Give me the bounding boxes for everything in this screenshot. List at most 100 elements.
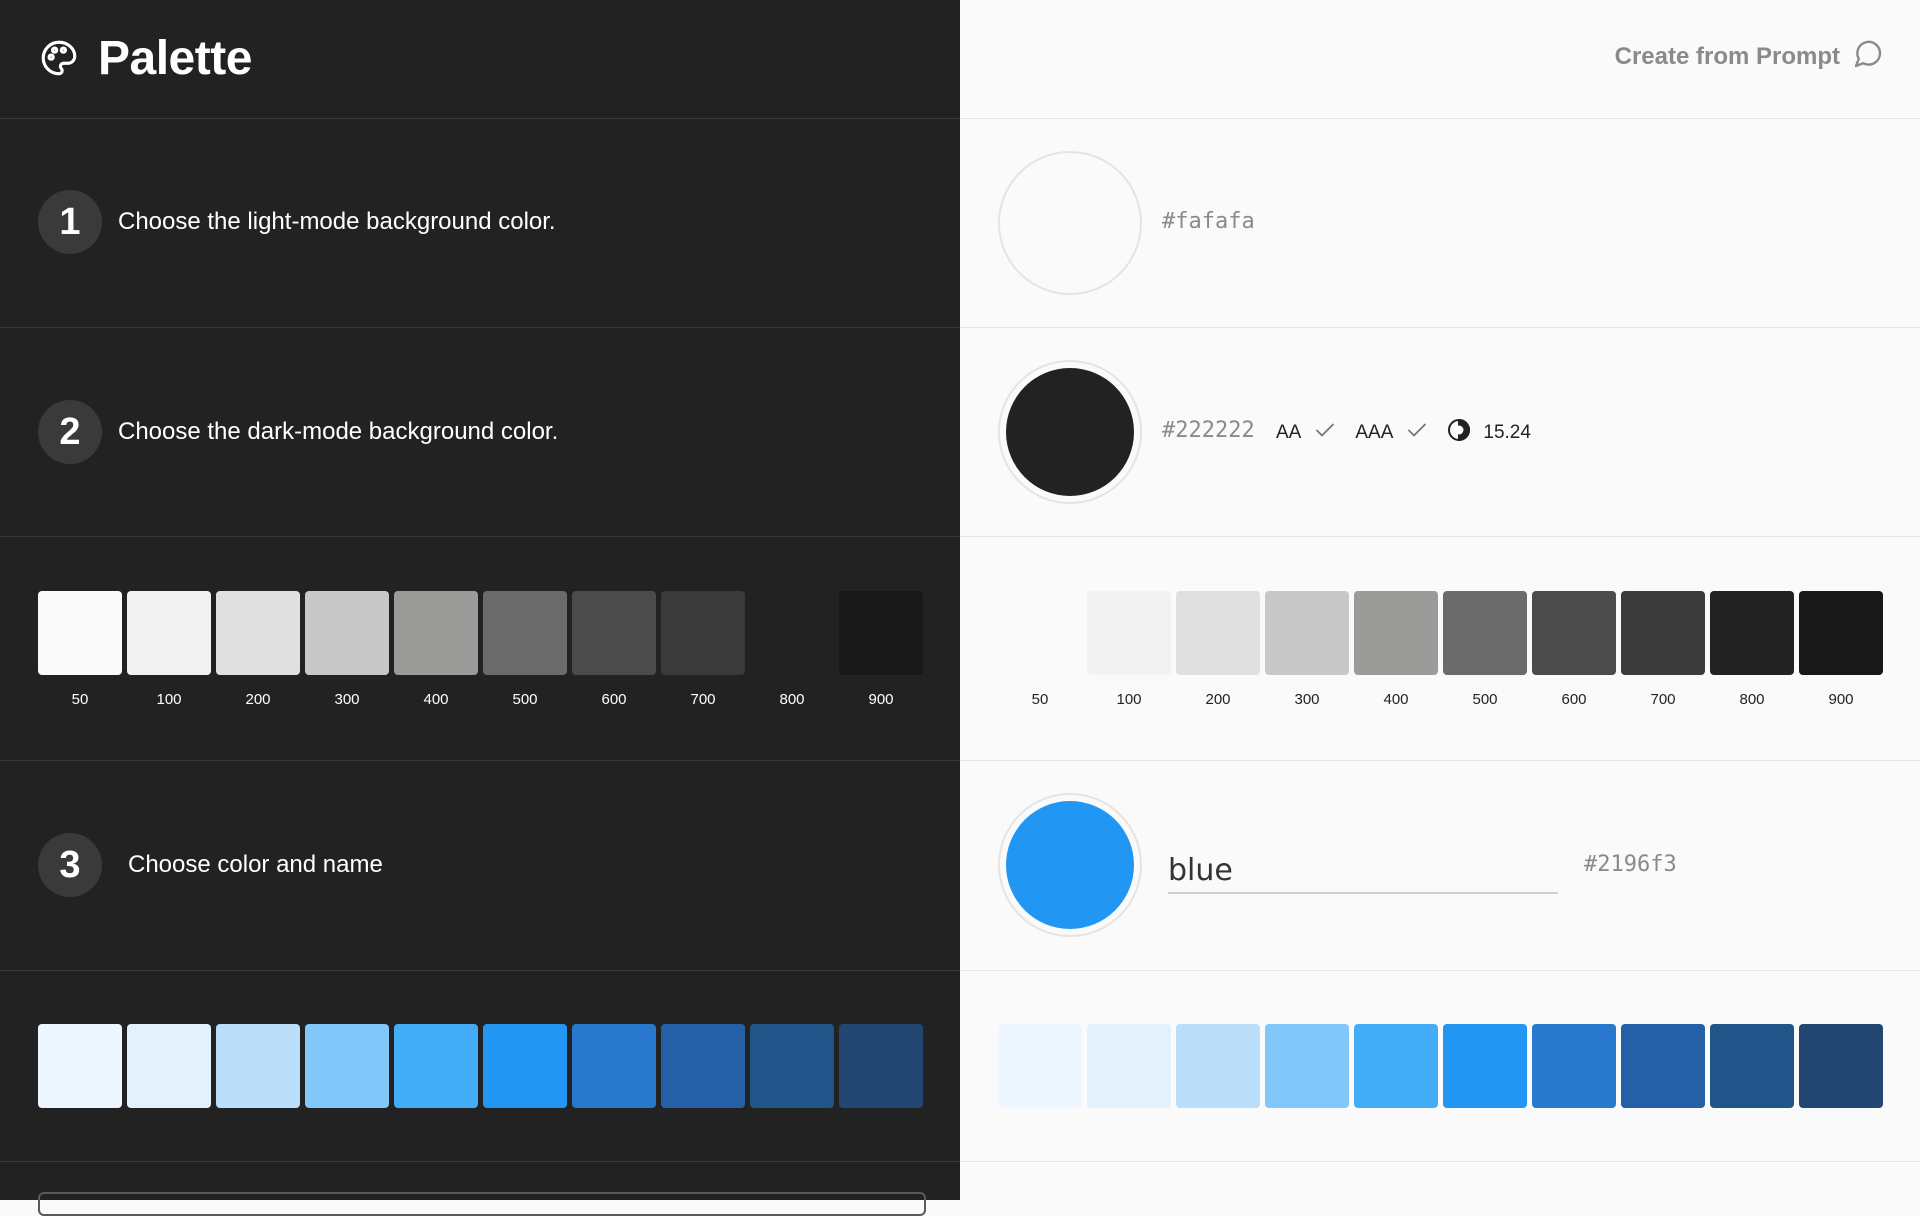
brand: Palette: [38, 28, 252, 88]
swatch-cell[interactable]: 700: [1621, 591, 1705, 708]
swatch-cell[interactable]: [1532, 1024, 1616, 1108]
swatch-cell[interactable]: 500: [483, 591, 567, 708]
color-swatch[interactable]: [572, 1024, 656, 1108]
color-swatch[interactable]: [1532, 1024, 1616, 1108]
color-swatch[interactable]: [1710, 1024, 1794, 1108]
swatch-cell[interactable]: 400: [394, 591, 478, 708]
swatch-cell[interactable]: 300: [1265, 591, 1349, 708]
swatch-cell[interactable]: 700: [661, 591, 745, 708]
swatch-cell[interactable]: 800: [1710, 591, 1794, 708]
color-swatch[interactable]: [394, 591, 478, 675]
color-swatch[interactable]: [1087, 1024, 1171, 1108]
swatch-cell[interactable]: [216, 1024, 300, 1108]
swatch-cell[interactable]: 800: [750, 591, 834, 708]
color-swatch[interactable]: [839, 1024, 923, 1108]
swatch-cell[interactable]: 900: [839, 591, 923, 708]
bottom-input-field[interactable]: [38, 1192, 926, 1216]
swatch-cell[interactable]: [661, 1024, 745, 1108]
color-swatch[interactable]: [750, 1024, 834, 1108]
color-swatch[interactable]: [1265, 1024, 1349, 1108]
swatch-cell[interactable]: [1265, 1024, 1349, 1108]
color-swatch[interactable]: [1087, 591, 1171, 675]
color-swatch[interactable]: [216, 1024, 300, 1108]
step-1: 1 Choose the light-mode background color…: [38, 190, 556, 254]
color-swatch[interactable]: [483, 1024, 567, 1108]
swatch-cell[interactable]: [1354, 1024, 1438, 1108]
swatch-cell[interactable]: [750, 1024, 834, 1108]
color-swatch[interactable]: [998, 1024, 1082, 1108]
color-swatch[interactable]: [127, 1024, 211, 1108]
color-swatch[interactable]: [1265, 591, 1349, 675]
swatch-label: 700: [1650, 691, 1676, 708]
swatch-cell[interactable]: [1710, 1024, 1794, 1108]
create-from-prompt-button[interactable]: Create from Prompt: [1615, 38, 1884, 75]
color-swatch[interactable]: [1443, 1024, 1527, 1108]
color-swatch[interactable]: [1176, 591, 1260, 675]
color-swatch[interactable]: [1621, 591, 1705, 675]
swatch-label: 500: [512, 691, 538, 708]
swatch-cell[interactable]: [1087, 1024, 1171, 1108]
swatch-cell[interactable]: [305, 1024, 389, 1108]
primary-color-swatch[interactable]: [998, 793, 1142, 937]
color-swatch[interactable]: [38, 1024, 122, 1108]
swatch-cell[interactable]: [38, 1024, 122, 1108]
swatch-cell[interactable]: 200: [1176, 591, 1260, 708]
app-title: Palette: [98, 31, 252, 85]
swatch-cell[interactable]: 400: [1354, 591, 1438, 708]
swatch-cell[interactable]: [127, 1024, 211, 1108]
swatch-cell[interactable]: 100: [127, 591, 211, 708]
color-swatch[interactable]: [1799, 1024, 1883, 1108]
swatch-cell[interactable]: 600: [1532, 591, 1616, 708]
swatch-cell[interactable]: 900: [1799, 591, 1883, 708]
color-swatch[interactable]: [1354, 591, 1438, 675]
color-swatch[interactable]: [305, 591, 389, 675]
swatch-cell[interactable]: [572, 1024, 656, 1108]
color-swatch[interactable]: [572, 591, 656, 675]
swatch-label: 600: [1561, 691, 1587, 708]
swatch-cell[interactable]: [1799, 1024, 1883, 1108]
swatch-cell[interactable]: [1176, 1024, 1260, 1108]
color-swatch[interactable]: [1710, 591, 1794, 675]
swatch-cell[interactable]: [1443, 1024, 1527, 1108]
color-swatch[interactable]: [750, 591, 834, 675]
color-swatch[interactable]: [127, 591, 211, 675]
light-bg-swatch[interactable]: [998, 151, 1142, 295]
divider: [0, 327, 960, 328]
swatch-cell[interactable]: [839, 1024, 923, 1108]
swatch-cell[interactable]: [998, 1024, 1082, 1108]
swatch-cell[interactable]: [1621, 1024, 1705, 1108]
color-hex: #2196f3: [1584, 852, 1677, 877]
step-text: Choose the dark-mode background color.: [118, 418, 559, 445]
color-swatch[interactable]: [394, 1024, 478, 1108]
color-swatch[interactable]: [38, 591, 122, 675]
color-swatch[interactable]: [998, 591, 1082, 675]
swatch-cell[interactable]: 50: [998, 591, 1082, 708]
color-swatch[interactable]: [483, 591, 567, 675]
color-name-input[interactable]: [1168, 848, 1558, 894]
swatch-cell[interactable]: 300: [305, 591, 389, 708]
swatch-cell[interactable]: 500: [1443, 591, 1527, 708]
color-swatch[interactable]: [216, 591, 300, 675]
swatch-cell[interactable]: [483, 1024, 567, 1108]
swatch-label: 300: [1294, 691, 1320, 708]
color-swatch[interactable]: [661, 591, 745, 675]
swatch-cell[interactable]: [394, 1024, 478, 1108]
dark-bg-swatch[interactable]: [998, 360, 1142, 504]
swatch-label: 50: [71, 691, 89, 708]
swatch-cell[interactable]: 100: [1087, 591, 1171, 708]
color-swatch[interactable]: [1354, 1024, 1438, 1108]
contrast-icon: [1447, 418, 1471, 448]
swatch-cell[interactable]: 50: [38, 591, 122, 708]
color-swatch[interactable]: [1621, 1024, 1705, 1108]
color-swatch[interactable]: [1532, 591, 1616, 675]
color-swatch[interactable]: [1799, 591, 1883, 675]
divider: [960, 536, 1920, 537]
color-swatch[interactable]: [839, 591, 923, 675]
color-swatch[interactable]: [305, 1024, 389, 1108]
swatch-cell[interactable]: 200: [216, 591, 300, 708]
swatch-cell[interactable]: 600: [572, 591, 656, 708]
divider: [0, 760, 960, 761]
color-swatch[interactable]: [661, 1024, 745, 1108]
color-swatch[interactable]: [1443, 591, 1527, 675]
color-swatch[interactable]: [1176, 1024, 1260, 1108]
